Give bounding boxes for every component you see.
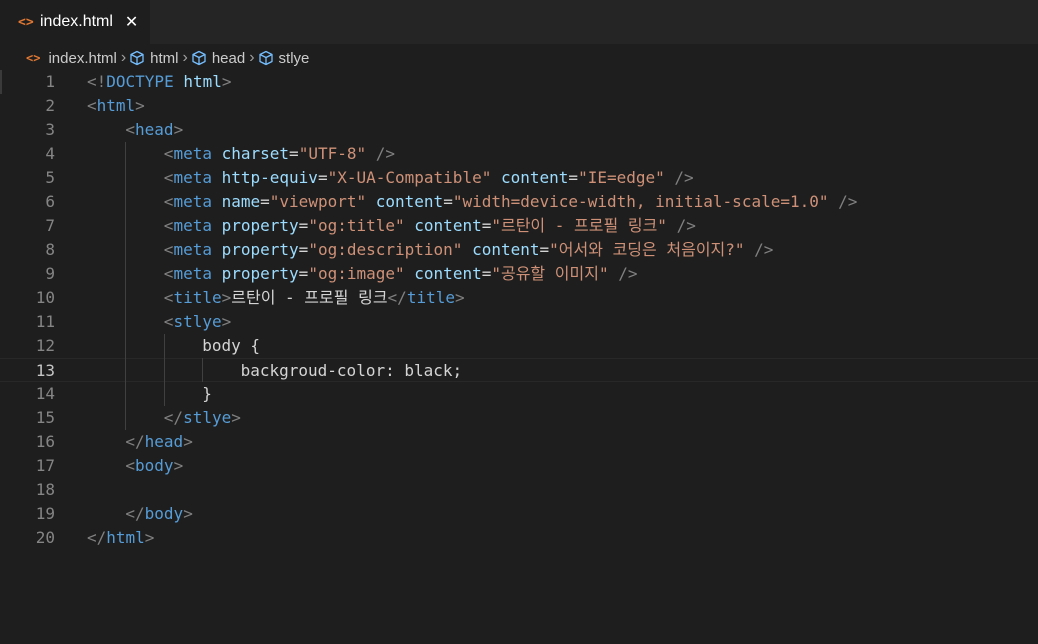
indent-guide	[125, 142, 127, 430]
code-line[interactable]: 13 backgroud-color: black;	[0, 358, 1038, 382]
line-number: 18	[35, 480, 55, 499]
line-number: 12	[35, 336, 55, 355]
indent-guide	[202, 358, 204, 382]
breadcrumb-label: stlye	[278, 49, 310, 67]
code-text: <meta name="viewport" content="width=dev…	[163, 192, 858, 211]
code-editor[interactable]: 1 <!DOCTYPE html> 2 <html> 3 <head> 4 <meta cha…	[0, 70, 1038, 644]
indent-guide	[163, 334, 165, 406]
breadcrumb: <> index.html › html › head › stlye	[0, 44, 1038, 72]
code-line[interactable]: 15 </stlye>	[0, 406, 1038, 430]
code-line[interactable]: 9 <meta property="og:image" content="공유할 …	[0, 262, 1038, 286]
line-number: 20	[35, 528, 55, 547]
tab-index-html[interactable]: <> index.html ✕	[0, 0, 150, 44]
code-text: <stlye>	[163, 312, 232, 331]
html-file-icon: <>	[26, 51, 41, 65]
code-line[interactable]: 17 <body>	[0, 454, 1038, 478]
code-text: <meta property="og:image" content="공유할 이…	[163, 264, 638, 283]
code-text: <title>르탄이 - 프로필 링크</title>	[163, 288, 465, 307]
code-text: </head>	[125, 432, 193, 451]
line-number: 19	[35, 504, 55, 523]
code-text: <body>	[125, 456, 184, 475]
line-number: 8	[45, 240, 55, 259]
tab-bar: <> index.html ✕	[0, 0, 1038, 44]
line-number: 16	[35, 432, 55, 451]
line-number: 17	[35, 456, 55, 475]
breadcrumb-item-head[interactable]: head	[191, 50, 245, 67]
code-text: <meta http-equiv="X-UA-Compatible" conte…	[163, 168, 694, 187]
code-text: <meta charset="UTF-8" />	[163, 144, 396, 163]
code-line[interactable]: 7 <meta property="og:title" content="르탄이 …	[0, 214, 1038, 238]
code-line[interactable]: 3 <head>	[0, 118, 1038, 142]
code-text: body {	[202, 336, 260, 355]
code-line[interactable]: 16 </head>	[0, 430, 1038, 454]
code-line[interactable]: 11 <stlye>	[0, 310, 1038, 334]
code-line[interactable]: 10 <title>르탄이 - 프로필 링크</title>	[0, 286, 1038, 310]
code-text: </stlye>	[163, 408, 241, 427]
chevron-right-icon: ›	[120, 49, 127, 66]
chevron-right-icon: ›	[249, 49, 255, 66]
line-number: 7	[45, 216, 55, 235]
symbol-element-icon	[192, 50, 206, 66]
code-line[interactable]: 20 </html>	[0, 526, 1038, 550]
line-number: 1	[45, 72, 55, 91]
breadcrumb-label: index.html	[48, 49, 117, 67]
code-text: </html>	[87, 528, 155, 547]
code-text: <!DOCTYPE html>	[87, 72, 232, 91]
breadcrumb-label: html	[150, 49, 179, 67]
breadcrumb-label: head	[211, 49, 246, 67]
code-line[interactable]: 6 <meta name="viewport" content="width=de…	[0, 190, 1038, 214]
close-icon[interactable]: ✕	[125, 12, 138, 32]
code-text: <meta property="og:description" content=…	[163, 240, 774, 259]
line-number: 4	[45, 144, 55, 163]
line-number: 2	[45, 96, 55, 115]
code-text: }	[202, 384, 212, 403]
line-number: 9	[45, 264, 55, 283]
code-text: <meta property="og:title" content="르탄이 -…	[163, 216, 696, 235]
code-text: backgroud-color: black;	[240, 361, 463, 380]
code-line[interactable]: 1 <!DOCTYPE html>	[0, 70, 1038, 94]
code-line[interactable]: 5 <meta http-equiv="X-UA-Compatible" cont…	[0, 166, 1038, 190]
code-line[interactable]: 4 <meta charset="UTF-8" />	[0, 142, 1038, 166]
line-number: 13	[35, 361, 55, 380]
code-line[interactable]: 14}	[0, 382, 1038, 406]
breadcrumb-item-file[interactable]: <> index.html	[26, 50, 117, 67]
code-line[interactable]: 8 <meta property="og:description" content…	[0, 238, 1038, 262]
breadcrumb-item-html[interactable]: html	[129, 49, 179, 67]
code-text: <html>	[87, 96, 145, 115]
line-number: 3	[45, 120, 55, 139]
line-number: 11	[35, 312, 55, 331]
code-line[interactable]: 18	[0, 478, 1038, 502]
code-line[interactable]: 2 <html>	[0, 94, 1038, 118]
line-number: 10	[35, 288, 55, 307]
symbol-element-icon	[258, 50, 273, 66]
chevron-right-icon: ›	[182, 49, 188, 66]
code-text: </body>	[125, 504, 193, 523]
tab-label: index.html	[40, 13, 113, 30]
line-number: 6	[45, 192, 55, 211]
line-number: 5	[45, 168, 55, 187]
code-line[interactable]: 19 </body>	[0, 502, 1038, 526]
line-number: 14	[35, 384, 55, 403]
line-number: 15	[35, 408, 55, 427]
html-file-icon: <>	[18, 14, 34, 30]
symbol-element-icon	[130, 50, 144, 66]
breadcrumb-item-stlye[interactable]: stlye	[258, 49, 310, 67]
code-line[interactable]: 12 body {	[0, 334, 1038, 358]
code-text: <head>	[125, 120, 184, 139]
